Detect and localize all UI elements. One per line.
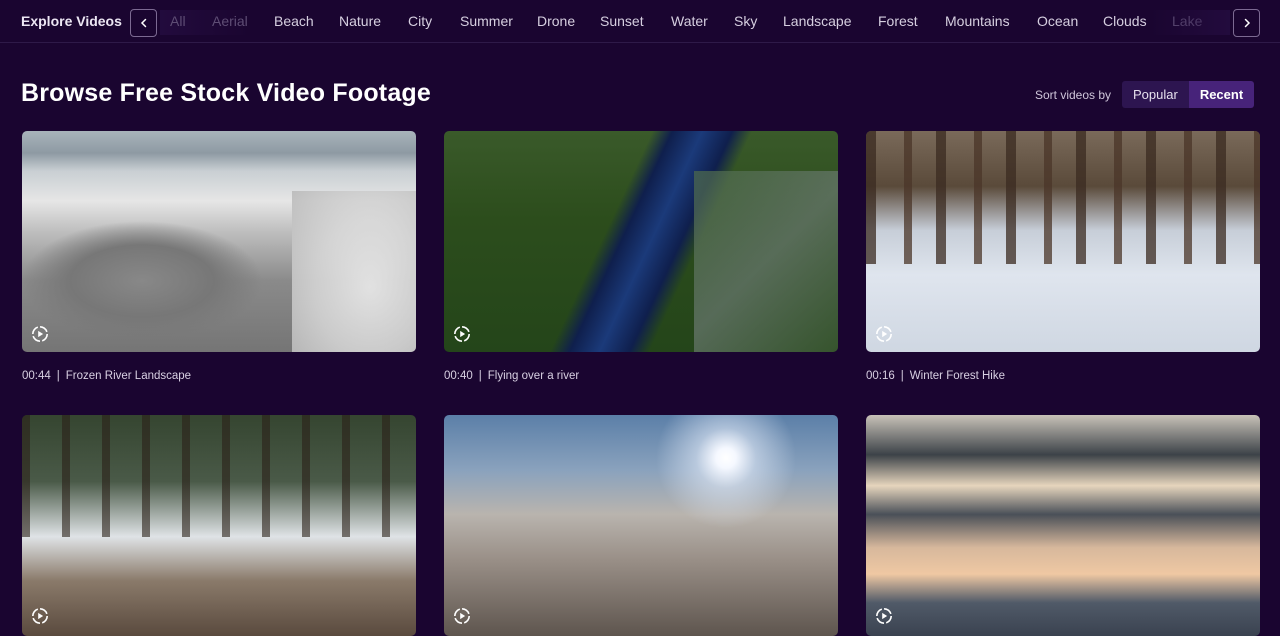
video-thumbnail[interactable] xyxy=(22,415,416,636)
sort-label: Sort videos by xyxy=(1035,88,1112,102)
scroll-right-button[interactable] xyxy=(1233,9,1260,37)
category-tag-sky[interactable]: Sky xyxy=(734,13,757,29)
video-card[interactable] xyxy=(22,415,416,636)
category-tag-all[interactable]: All xyxy=(170,13,186,29)
category-tag-water[interactable]: Water xyxy=(671,13,708,29)
play-circle-icon[interactable] xyxy=(31,325,49,343)
video-caption: 00:40 | Flying over a river xyxy=(444,370,838,382)
sort-toggle-group: Popular Recent xyxy=(1122,81,1255,108)
caption-separator: | xyxy=(478,370,482,382)
explore-videos-title: Explore Videos xyxy=(21,13,122,29)
category-tag-forest[interactable]: Forest xyxy=(878,13,918,29)
category-tag-landscape[interactable]: Landscape xyxy=(783,13,852,29)
play-circle-icon[interactable] xyxy=(875,325,893,343)
category-tag-city[interactable]: City xyxy=(408,13,432,29)
video-card[interactable] xyxy=(444,415,838,636)
category-tag-beach[interactable]: Beach xyxy=(274,13,314,29)
category-tag-ocean[interactable]: Ocean xyxy=(1037,13,1078,29)
category-tag-aerial[interactable]: Aerial xyxy=(212,13,248,29)
sort-popular-button[interactable]: Popular xyxy=(1122,81,1189,108)
scroll-left-button[interactable] xyxy=(130,9,157,37)
category-tag-clouds[interactable]: Clouds xyxy=(1103,13,1147,29)
category-tag-list: All Aerial Beach Nature City Summer Dron… xyxy=(170,0,1228,43)
video-title[interactable]: Winter Forest Hike xyxy=(910,370,1005,382)
video-card[interactable]: 00:16 | Winter Forest Hike xyxy=(866,131,1260,382)
video-thumbnail[interactable] xyxy=(22,131,416,352)
play-circle-icon[interactable] xyxy=(875,607,893,625)
chevron-right-icon xyxy=(1244,18,1250,28)
video-thumbnail[interactable] xyxy=(866,415,1260,636)
play-circle-icon[interactable] xyxy=(453,607,471,625)
page-title: Browse Free Stock Video Footage xyxy=(21,79,432,107)
video-card[interactable]: 00:40 | Flying over a river xyxy=(444,131,838,382)
video-duration: 00:40 xyxy=(444,370,473,382)
category-tag-nature[interactable]: Nature xyxy=(339,13,381,29)
video-caption: 00:44 | Frozen River Landscape xyxy=(22,370,416,382)
caption-separator: | xyxy=(900,370,904,382)
video-duration: 00:16 xyxy=(866,370,895,382)
caption-separator: | xyxy=(56,370,60,382)
video-title[interactable]: Frozen River Landscape xyxy=(66,370,191,382)
video-card[interactable]: 00:44 | Frozen River Landscape xyxy=(22,131,416,382)
category-tag-lake[interactable]: Lake xyxy=(1172,13,1202,29)
video-title[interactable]: Flying over a river xyxy=(488,370,579,382)
video-thumbnail[interactable] xyxy=(444,131,838,352)
play-circle-icon[interactable] xyxy=(453,325,471,343)
play-circle-icon[interactable] xyxy=(31,607,49,625)
video-thumbnail[interactable] xyxy=(444,415,838,636)
video-caption: 00:16 | Winter Forest Hike xyxy=(866,370,1260,382)
category-tag-sunset[interactable]: Sunset xyxy=(600,13,644,29)
video-card[interactable] xyxy=(866,415,1260,636)
sort-recent-button[interactable]: Recent xyxy=(1188,81,1255,108)
category-tag-drone[interactable]: Drone xyxy=(537,13,575,29)
category-tag-summer[interactable]: Summer xyxy=(460,13,513,29)
chevron-left-icon xyxy=(140,18,146,28)
category-tag-mountains[interactable]: Mountains xyxy=(945,13,1010,29)
video-duration: 00:44 xyxy=(22,370,51,382)
top-navigation-bar: Explore Videos All Aerial Beach Nature C… xyxy=(0,0,1280,43)
video-thumbnail[interactable] xyxy=(866,131,1260,352)
